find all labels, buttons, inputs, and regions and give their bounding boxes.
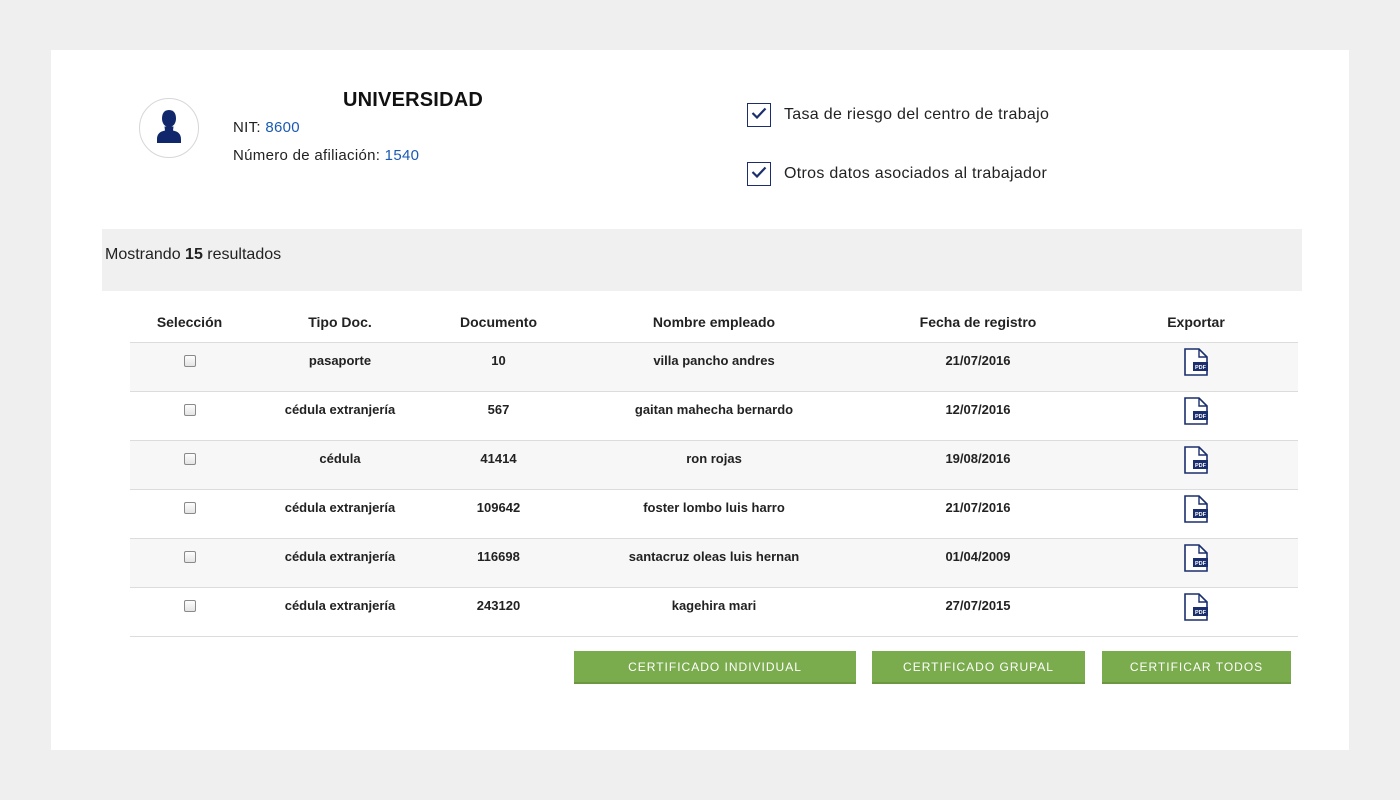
option-otros-datos[interactable]: Otros datos asociados al trabajador xyxy=(747,161,1047,187)
header-documento: Documento xyxy=(431,302,566,343)
results-count: 15 xyxy=(185,246,203,263)
nit-line: NIT: 8600 xyxy=(233,119,300,136)
afiliacion-value: 1540 xyxy=(384,147,420,164)
cell-nombre: villa pancho andres xyxy=(653,352,775,368)
pdf-badge-text: PDF xyxy=(1195,610,1207,616)
results-suffix: resultados xyxy=(207,246,282,263)
row-select-checkbox[interactable] xyxy=(183,600,196,613)
cell-fecha: 12/07/2016 xyxy=(945,401,1011,417)
user-silhouette-icon xyxy=(154,108,184,149)
cell-tipo-doc: cédula xyxy=(319,450,361,466)
cell-nombre: foster lombo luis harro xyxy=(643,499,785,515)
results-prefix: Mostrando xyxy=(105,246,181,263)
cell-fecha: 19/08/2016 xyxy=(945,450,1011,466)
table-row: cédula 41414 ron rojas 19/08/2016 PDF xyxy=(130,440,1298,490)
table-row: cédula extranjería 116698 santacruz olea… xyxy=(130,538,1298,588)
cell-tipo-doc: cédula extranjería xyxy=(284,401,396,417)
cell-nombre: kagehira mari xyxy=(671,597,757,613)
cell-fecha: 21/07/2016 xyxy=(945,352,1011,368)
pdf-icon[interactable]: PDF xyxy=(1184,494,1208,526)
tasa-riesgo-label: Tasa de riesgo del centro de trabajo xyxy=(784,106,1050,123)
header-nombre: Nombre empleado xyxy=(566,302,862,343)
pdf-badge-text: PDF xyxy=(1195,512,1207,518)
cell-documento: 567 xyxy=(487,401,510,417)
otros-datos-label: Otros datos asociados al trabajador xyxy=(784,165,1048,182)
row-select-checkbox[interactable] xyxy=(183,502,196,515)
header-tipo-doc: Tipo Doc. xyxy=(249,302,431,343)
cell-documento: 41414 xyxy=(480,450,517,466)
cell-tipo-doc: cédula extranjería xyxy=(284,499,396,515)
cell-fecha: 01/04/2009 xyxy=(945,548,1011,564)
tasa-riesgo-checkbox[interactable] xyxy=(747,103,771,127)
row-select-checkbox[interactable] xyxy=(183,355,196,368)
nit-value: 8600 xyxy=(265,119,300,136)
table-row: cédula extranjería 567 gaitan mahecha be… xyxy=(130,391,1298,441)
otros-datos-checkbox[interactable] xyxy=(747,162,771,186)
certificar-todos-button[interactable]: CERTIFICAR TODOS xyxy=(1102,651,1291,684)
pdf-icon[interactable]: PDF xyxy=(1184,543,1208,575)
pdf-badge-text: PDF xyxy=(1195,414,1207,420)
cell-tipo-doc: cédula extranjería xyxy=(284,548,396,564)
table-header-row: Selección Tipo Doc. Documento Nombre emp… xyxy=(130,302,1298,343)
company-panel: UNIVERSIDAD NIT: 8600 Número de afiliaci… xyxy=(51,50,1349,750)
table-row: cédula extranjería 109642 foster lombo l… xyxy=(130,489,1298,539)
pdf-icon[interactable]: PDF xyxy=(1184,592,1208,624)
nit-label: NIT: xyxy=(233,119,261,136)
row-select-checkbox[interactable] xyxy=(183,551,196,564)
results-bar: Mostrando 15 resultados xyxy=(102,229,1302,291)
pdf-icon[interactable]: PDF xyxy=(1184,347,1208,379)
table-row: pasaporte 10 villa pancho andres 21/07/2… xyxy=(130,342,1298,392)
afiliacion-label: Número de afiliación: xyxy=(233,147,381,164)
company-name: UNIVERSIDAD xyxy=(343,89,483,111)
checkmark-icon xyxy=(751,165,767,183)
cell-fecha: 27/07/2015 xyxy=(945,597,1011,613)
checkmark-icon xyxy=(751,106,767,124)
header-exportar: Exportar xyxy=(1094,302,1298,343)
cell-documento: 109642 xyxy=(476,499,521,515)
pdf-badge-text: PDF xyxy=(1195,561,1207,567)
cell-tipo-doc: cédula extranjería xyxy=(284,597,396,613)
row-select-checkbox[interactable] xyxy=(183,404,196,417)
cell-documento: 116698 xyxy=(477,548,520,564)
cell-tipo-doc: pasaporte xyxy=(308,352,372,368)
cell-fecha: 21/07/2016 xyxy=(945,499,1011,515)
row-select-checkbox[interactable] xyxy=(183,453,196,466)
pdf-badge-text: PDF xyxy=(1195,463,1207,469)
cell-documento: 10 xyxy=(491,352,506,368)
pdf-badge-text: PDF xyxy=(1195,365,1207,371)
company-avatar xyxy=(139,98,199,158)
certificado-grupal-button[interactable]: CERTIFICADO GRUPAL xyxy=(872,651,1085,684)
option-tasa-riesgo[interactable]: Tasa de riesgo del centro de trabajo xyxy=(747,102,1049,128)
pdf-icon[interactable]: PDF xyxy=(1184,396,1208,428)
header-seleccion: Selección xyxy=(130,302,249,343)
table-row: cédula extranjería 243120 kagehira mari … xyxy=(130,587,1298,637)
cell-nombre: gaitan mahecha bernardo xyxy=(634,401,794,417)
pdf-icon[interactable]: PDF xyxy=(1184,445,1208,477)
cell-nombre: santacruz oleas luis hernan xyxy=(628,548,800,564)
cell-documento: 243120 xyxy=(476,597,521,613)
header-fecha: Fecha de registro xyxy=(862,302,1094,343)
afiliacion-line: Número de afiliación: 1540 xyxy=(233,147,419,164)
employees-table: Selección Tipo Doc. Documento Nombre emp… xyxy=(130,302,1298,637)
cell-nombre: ron rojas xyxy=(686,450,742,466)
results-summary: Mostrando 15 resultados xyxy=(105,246,281,264)
certificado-individual-button[interactable]: CERTIFICADO INDIVIDUAL xyxy=(574,651,856,684)
